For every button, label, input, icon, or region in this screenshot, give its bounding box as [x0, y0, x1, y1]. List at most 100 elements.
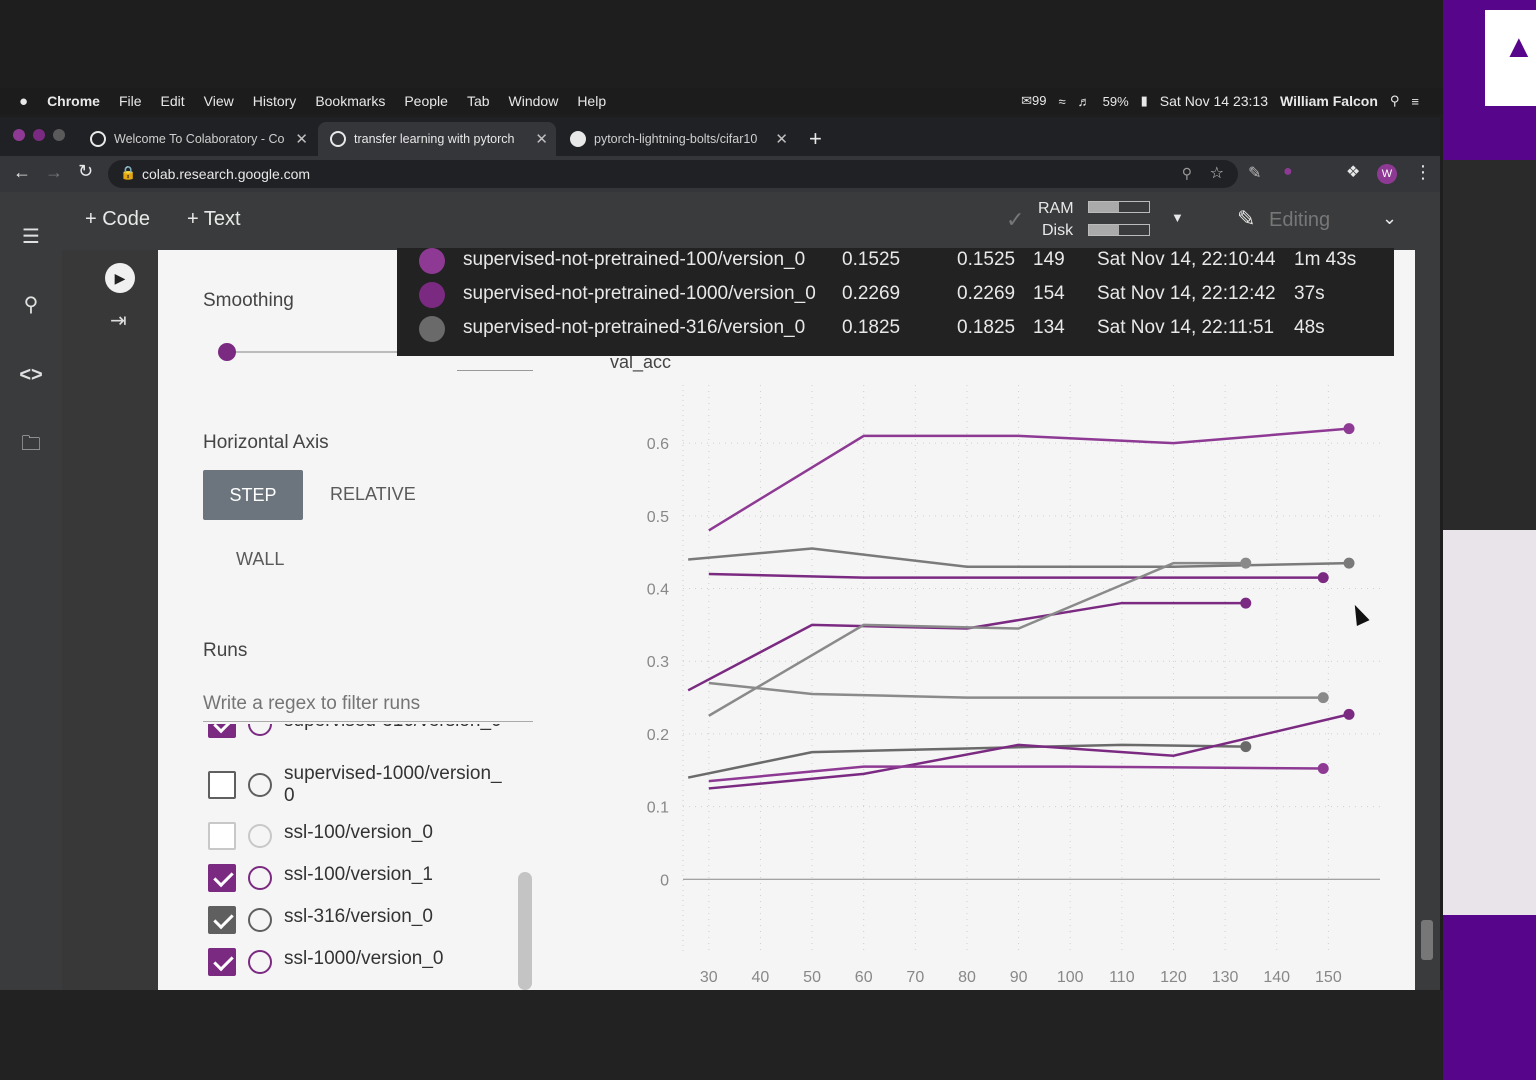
- wifi-icon[interactable]: ≈: [1058, 94, 1065, 109]
- menu-bookmarks[interactable]: Bookmarks: [315, 93, 385, 109]
- editing-mode-label[interactable]: Editing: [1269, 209, 1330, 232]
- window-zoom-button[interactable]: [53, 129, 65, 141]
- control-center-icon[interactable]: ≡: [1411, 94, 1419, 109]
- tab-transfer-learning[interactable]: transfer learning with pytorch ✕: [318, 122, 556, 156]
- axis-step-button[interactable]: STEP: [203, 470, 303, 520]
- tab-close-icon[interactable]: ✕: [535, 130, 548, 148]
- series-end-point: [1240, 557, 1252, 569]
- x-tick-label: 120: [1160, 969, 1187, 986]
- run-color-radio[interactable]: [248, 908, 272, 932]
- tooltip-row: supervised-not-pretrained-1000/version_0…: [397, 282, 1394, 316]
- run-cell-button[interactable]: ▶: [105, 263, 135, 293]
- apple-icon[interactable]: ●: [19, 93, 28, 110]
- clock[interactable]: Sat Nov 14 23:13: [1160, 93, 1268, 109]
- runs-scrollbar-thumb[interactable]: [518, 872, 532, 990]
- colab-favicon-icon: [330, 131, 346, 147]
- run-color-radio[interactable]: [248, 866, 272, 890]
- menu-file[interactable]: File: [119, 93, 142, 109]
- run-item-ssl-100-v0[interactable]: ssl-100/version_0: [208, 822, 528, 852]
- run-color-radio[interactable]: [248, 950, 272, 974]
- series-line: [708, 713, 1350, 790]
- table-of-contents-icon[interactable]: ☰: [19, 225, 43, 249]
- run-color-radio[interactable]: [248, 724, 272, 736]
- browser-menu-icon[interactable]: ⋮: [1414, 162, 1432, 183]
- axis-wall-button[interactable]: WALL: [236, 549, 284, 570]
- nyu-torch-logo: ▲: [1503, 28, 1535, 64]
- tooltip-run: supervised-not-pretrained-1000/version_0: [463, 283, 816, 304]
- files-folder-icon[interactable]: 🗀: [19, 432, 43, 456]
- run-checkbox[interactable]: [208, 724, 236, 738]
- run-item-ssl-100-v1[interactable]: ssl-100/version_1: [208, 864, 528, 894]
- window-close-button[interactable]: [13, 129, 25, 141]
- disk-meter[interactable]: [1088, 224, 1150, 236]
- window-minimize-button[interactable]: [33, 129, 45, 141]
- tooltip-time: Sat Nov 14, 22:10:44: [1097, 249, 1276, 270]
- run-color-radio[interactable]: [248, 773, 272, 797]
- run-item-ssl-316[interactable]: ssl-316/version_0: [208, 906, 528, 936]
- cell-output-icon[interactable]: ⇥: [110, 308, 127, 333]
- notebook-scrollbar[interactable]: [1415, 250, 1440, 990]
- run-checkbox[interactable]: [208, 906, 236, 934]
- val-acc-chart: val_acc 30 40 50 60 70 80 90 100 110 120 130 140 150…: [610, 355, 1380, 986]
- smoothing-slider-track[interactable]: [227, 351, 397, 353]
- user-name[interactable]: William Falcon: [1280, 93, 1378, 109]
- spotlight-search-icon[interactable]: ⚲: [1390, 93, 1400, 109]
- run-name: ssl-100/version_1: [284, 864, 433, 885]
- menu-window[interactable]: Window: [509, 93, 559, 109]
- smoothing-value-input[interactable]: [457, 370, 533, 371]
- extension-icon[interactable]: ✎: [1248, 163, 1261, 183]
- run-checkbox[interactable]: [208, 771, 236, 799]
- runs-filter-input[interactable]: [203, 686, 533, 722]
- bookmark-star-icon[interactable]: ☆: [1210, 163, 1224, 183]
- run-item-supervised-316[interactable]: supervised-316/version_0: [208, 724, 528, 740]
- run-name: ssl-1000/version_0: [284, 948, 444, 969]
- colab-sidebar: [0, 250, 62, 990]
- menu-help[interactable]: Help: [577, 93, 606, 109]
- address-bar[interactable]: 🔒 colab.research.google.com ⚲ ☆: [108, 160, 1238, 188]
- x-tick-label: 100: [1057, 969, 1084, 986]
- cell-gutter: [62, 250, 158, 990]
- battery-icon[interactable]: ▮: [1141, 93, 1148, 109]
- add-text-button[interactable]: + Text: [187, 208, 241, 231]
- profile-avatar[interactable]: W: [1377, 164, 1397, 184]
- smoothing-slider-thumb[interactable]: [218, 343, 236, 361]
- search-icon[interactable]: ⚲: [19, 293, 43, 317]
- tab-github[interactable]: pytorch-lightning-bolts/cifar10 ✕: [558, 122, 796, 156]
- mail-icon[interactable]: ✉99: [1021, 93, 1046, 109]
- axis-relative-button[interactable]: RELATIVE: [330, 484, 416, 505]
- menu-app-name[interactable]: Chrome: [47, 93, 100, 109]
- x-tick-label: 80: [958, 969, 976, 986]
- extension-lock-icon[interactable]: ●: [1283, 163, 1293, 181]
- extension-puzzle-icon[interactable]: ❖: [1346, 162, 1360, 182]
- run-checkbox[interactable]: [208, 822, 236, 850]
- tab-title: transfer learning with pytorch: [354, 132, 515, 146]
- ram-meter[interactable]: [1088, 201, 1150, 213]
- tab-close-icon[interactable]: ✕: [775, 130, 788, 148]
- menu-tab[interactable]: Tab: [467, 93, 490, 109]
- series-line: [708, 427, 1350, 532]
- run-checkbox[interactable]: [208, 948, 236, 976]
- menu-edit[interactable]: Edit: [161, 93, 185, 109]
- run-color-radio[interactable]: [248, 824, 272, 848]
- lock-icon: 🔒: [120, 165, 137, 180]
- menu-history[interactable]: History: [253, 93, 297, 109]
- add-code-button[interactable]: + Code: [85, 208, 150, 231]
- volume-icon[interactable]: ♬: [1078, 94, 1091, 109]
- reload-icon[interactable]: ↻: [78, 161, 93, 182]
- run-item-supervised-1000[interactable]: supervised-1000/version_ 0: [208, 763, 528, 819]
- tab-close-icon[interactable]: ✕: [295, 130, 308, 148]
- menu-people[interactable]: People: [404, 93, 448, 109]
- code-snippets-icon[interactable]: <>: [19, 363, 43, 387]
- new-tab-icon[interactable]: +: [809, 126, 822, 152]
- zoom-icon[interactable]: ⚲: [1182, 165, 1192, 182]
- run-checkbox[interactable]: [208, 864, 236, 892]
- back-icon[interactable]: ←: [13, 162, 31, 183]
- menu-view[interactable]: View: [204, 93, 234, 109]
- run-item-ssl-1000[interactable]: ssl-1000/version_0: [208, 948, 528, 978]
- tab-welcome[interactable]: Welcome To Colaboratory - Co ✕: [78, 122, 316, 156]
- resources-dropdown-icon[interactable]: ▼: [1171, 210, 1184, 225]
- run-name: ssl-100/version_0: [284, 822, 433, 843]
- collapse-header-icon[interactable]: ⌄: [1382, 208, 1397, 229]
- battery-percent: 59%: [1102, 93, 1129, 109]
- forward-icon[interactable]: →: [45, 162, 63, 183]
